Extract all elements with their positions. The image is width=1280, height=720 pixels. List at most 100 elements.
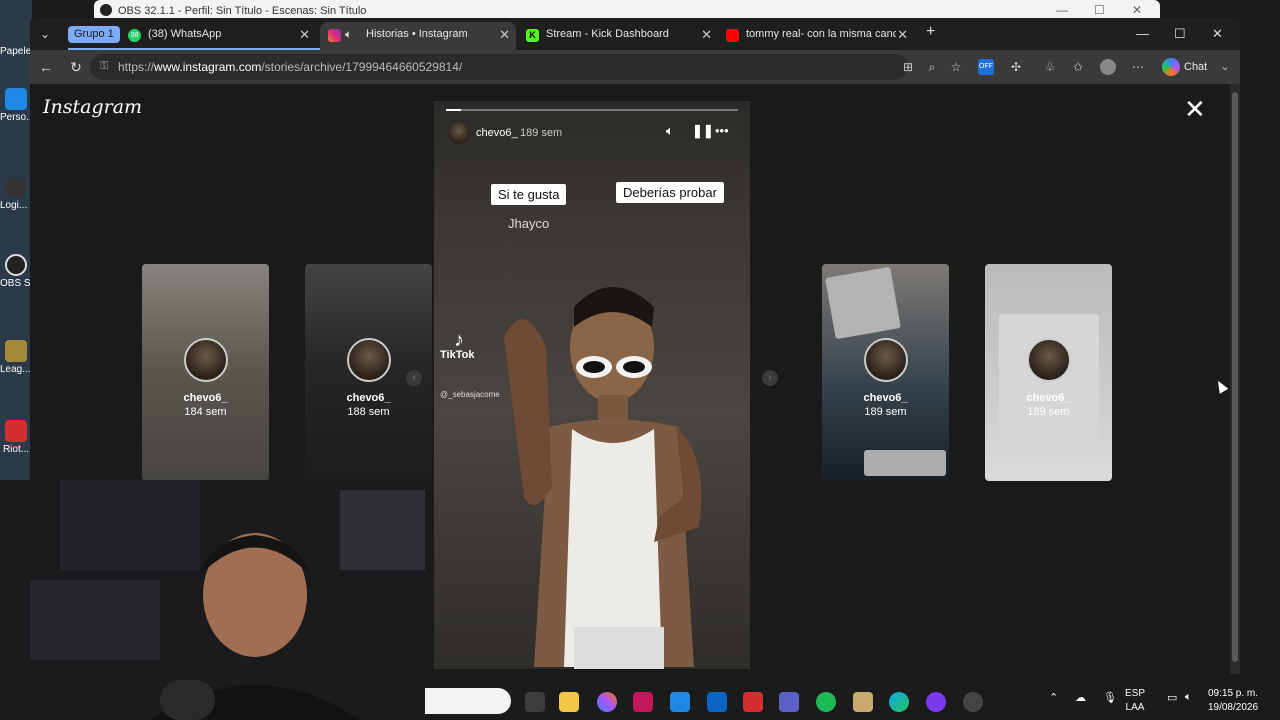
store-icon[interactable] [707, 692, 727, 712]
url-path: /stories/archive/17999464660529814/ [261, 60, 463, 74]
story-sticker: Deberías probar [616, 182, 724, 203]
chevron-down-icon[interactable]: ⌄ [1220, 61, 1229, 73]
favorites-icon[interactable]: ✩ [1070, 59, 1086, 75]
minimize-icon[interactable]: — [1056, 3, 1068, 17]
close-tab-icon[interactable]: ✕ [499, 27, 510, 43]
desktop-icon-edge[interactable]: Perso... Ed... [0, 88, 32, 123]
teams-icon[interactable] [779, 692, 799, 712]
preview-time: 189 sem [864, 406, 907, 418]
desktop-icon-league[interactable]: Leag... Leg... [0, 340, 32, 375]
taskbar: ⌃ ☁ 🎙︎ ESP LAA ▭ 🔈︎ 09:15 p. m. 19/08/20… [425, 684, 1280, 720]
profile-avatar-icon[interactable] [1100, 59, 1116, 75]
pause-icon[interactable]: ❚❚ [692, 123, 714, 139]
maximize-icon[interactable]: ☐ [1174, 26, 1186, 42]
chat-label: Chat [1184, 61, 1208, 73]
league-icon[interactable] [853, 692, 873, 712]
preview-time: 189 sem [1027, 406, 1070, 418]
avatar [864, 338, 908, 382]
close-icon[interactable]: ✕ [1132, 3, 1142, 17]
task-view-icon[interactable] [525, 692, 545, 712]
favorite-star-icon[interactable]: ☆ [948, 59, 964, 75]
taskbar-search[interactable] [425, 688, 511, 714]
scrollbar-thumb[interactable] [1232, 92, 1238, 662]
tab-label: Historias • Instagram [366, 28, 468, 40]
outlook-icon[interactable] [670, 692, 690, 712]
speaker-icon[interactable]: 🔈︎ [345, 27, 352, 42]
tab-label: Stream - Kick Dashboard [546, 28, 669, 40]
desktop-icon-recycle[interactable]: Papelera de recic... [0, 46, 32, 57]
close-window-icon[interactable]: ✕ [1212, 26, 1223, 42]
story-preview[interactable]: chevo6_ 184 sem [142, 264, 269, 481]
minimize-icon[interactable]: — [1136, 26, 1149, 41]
close-tab-icon[interactable]: ✕ [299, 27, 310, 43]
spotify-icon[interactable] [816, 692, 836, 712]
zoom-icon[interactable]: ⌕ [924, 59, 940, 75]
reload-icon[interactable]: ↻ [66, 57, 86, 77]
clock[interactable]: 09:15 p. m. 19/08/2026 [1193, 687, 1273, 715]
address-bar[interactable]: ⚿ https://www.instagram.com/stories/arch… [90, 54, 908, 80]
obs-icon[interactable] [963, 692, 983, 712]
close-tab-icon[interactable]: ✕ [897, 27, 908, 43]
new-tab-icon[interactable]: + [926, 23, 935, 41]
desktop-icon-obs[interactable]: OBS S... [0, 254, 32, 289]
app-icon[interactable] [926, 692, 946, 712]
clock-time: 09:15 p. m. [1207, 688, 1259, 699]
network-icon[interactable]: ▭ [1167, 691, 1177, 704]
edge-icon[interactable] [889, 692, 909, 712]
tray-chevron-icon[interactable]: ⌃ [1049, 691, 1058, 704]
tab-bar: ⌄ Grupo 1 38 (38) WhatsApp ✕ 🔈︎ Historia… [30, 18, 1240, 50]
more-options-icon[interactable]: ••• [715, 123, 729, 138]
desktop-icon-riot[interactable]: Riot... [0, 420, 32, 455]
copilot-icon[interactable] [597, 692, 617, 712]
story-viewer[interactable]: chevo6_ 189 sem 🔈︎ ❚❚ ••• Si te gusta De… [434, 101, 750, 669]
desktop-icon-label: Riot... [2, 444, 30, 455]
next-story-button[interactable]: › [762, 370, 778, 386]
volume-icon[interactable]: 🔈︎ [1185, 691, 1192, 704]
riot-icon[interactable] [743, 692, 763, 712]
browser-essentials-icon[interactable]: ♧ [1042, 59, 1058, 75]
page-scrollbar[interactable] [1230, 84, 1240, 674]
tab-list-chevron-icon[interactable]: ⌄ [34, 24, 56, 44]
app-icon[interactable] [633, 692, 653, 712]
tiktok-label: TikTok [440, 349, 475, 361]
maximize-icon[interactable]: ☐ [1094, 3, 1105, 17]
preview-username: chevo6_ [863, 392, 908, 404]
obs-title: OBS 32.1.1 - Perfil: Sin Título - Escena… [118, 5, 367, 17]
desktop-icon-logitech[interactable]: Logi... H... [0, 176, 32, 211]
tab-kick[interactable]: K Stream - Kick Dashboard ✕ [518, 22, 718, 50]
site-info-icon[interactable]: ⚿ [100, 60, 108, 73]
more-options-icon[interactable]: ⋯ [1130, 59, 1146, 75]
tab-youtube[interactable]: tommy real- con la misma cancion... ✕ [718, 22, 914, 50]
tab-whatsapp[interactable]: 38 (38) WhatsApp ✕ [120, 22, 316, 50]
volume-icon[interactable]: 🔈︎ [666, 123, 674, 139]
tab-instagram[interactable]: 🔈︎ Historias • Instagram ✕ [320, 22, 516, 50]
tab-group-chip[interactable]: Grupo 1 [68, 26, 120, 43]
desktop-icon-label: Leag... Leg... [0, 364, 32, 375]
tab-label: (38) WhatsApp [148, 28, 222, 40]
progress-fill [446, 109, 461, 111]
instagram-logo[interactable]: Instagram [43, 96, 142, 118]
story-preview[interactable]: chevo6_ 189 sem [822, 264, 949, 481]
avatar [1027, 338, 1071, 382]
lang-code: ESP [1125, 688, 1146, 699]
preview-time: 184 sem [184, 406, 227, 418]
back-icon[interactable]: ← [36, 57, 56, 77]
app-available-icon[interactable]: ⊞ [900, 59, 916, 75]
preview-username: chevo6_ [1026, 392, 1071, 404]
story-username[interactable]: chevo6_ [476, 127, 518, 139]
extension-off-icon[interactable]: OFF [978, 59, 994, 75]
instagram-icon [328, 29, 341, 42]
tab-label: tommy real- con la misma cancion... [746, 28, 896, 40]
close-tab-icon[interactable]: ✕ [701, 27, 712, 43]
story-preview[interactable]: chevo6_ 189 sem [985, 264, 1112, 481]
previous-story-button[interactable]: ‹ [406, 370, 422, 386]
avatar[interactable] [448, 122, 470, 144]
language-indicator[interactable]: ESP LAA [1125, 687, 1145, 715]
webcam-feed [0, 480, 425, 720]
file-explorer-icon[interactable] [559, 692, 579, 712]
mic-icon[interactable]: 🎙︎ [1103, 691, 1117, 704]
onedrive-icon[interactable]: ☁ [1075, 691, 1086, 704]
copilot-chat-button[interactable]: Chat ⌄ [1162, 57, 1230, 77]
close-stories-icon[interactable]: ✕ [1184, 96, 1206, 122]
extensions-icon[interactable]: ✣ [1008, 59, 1024, 75]
